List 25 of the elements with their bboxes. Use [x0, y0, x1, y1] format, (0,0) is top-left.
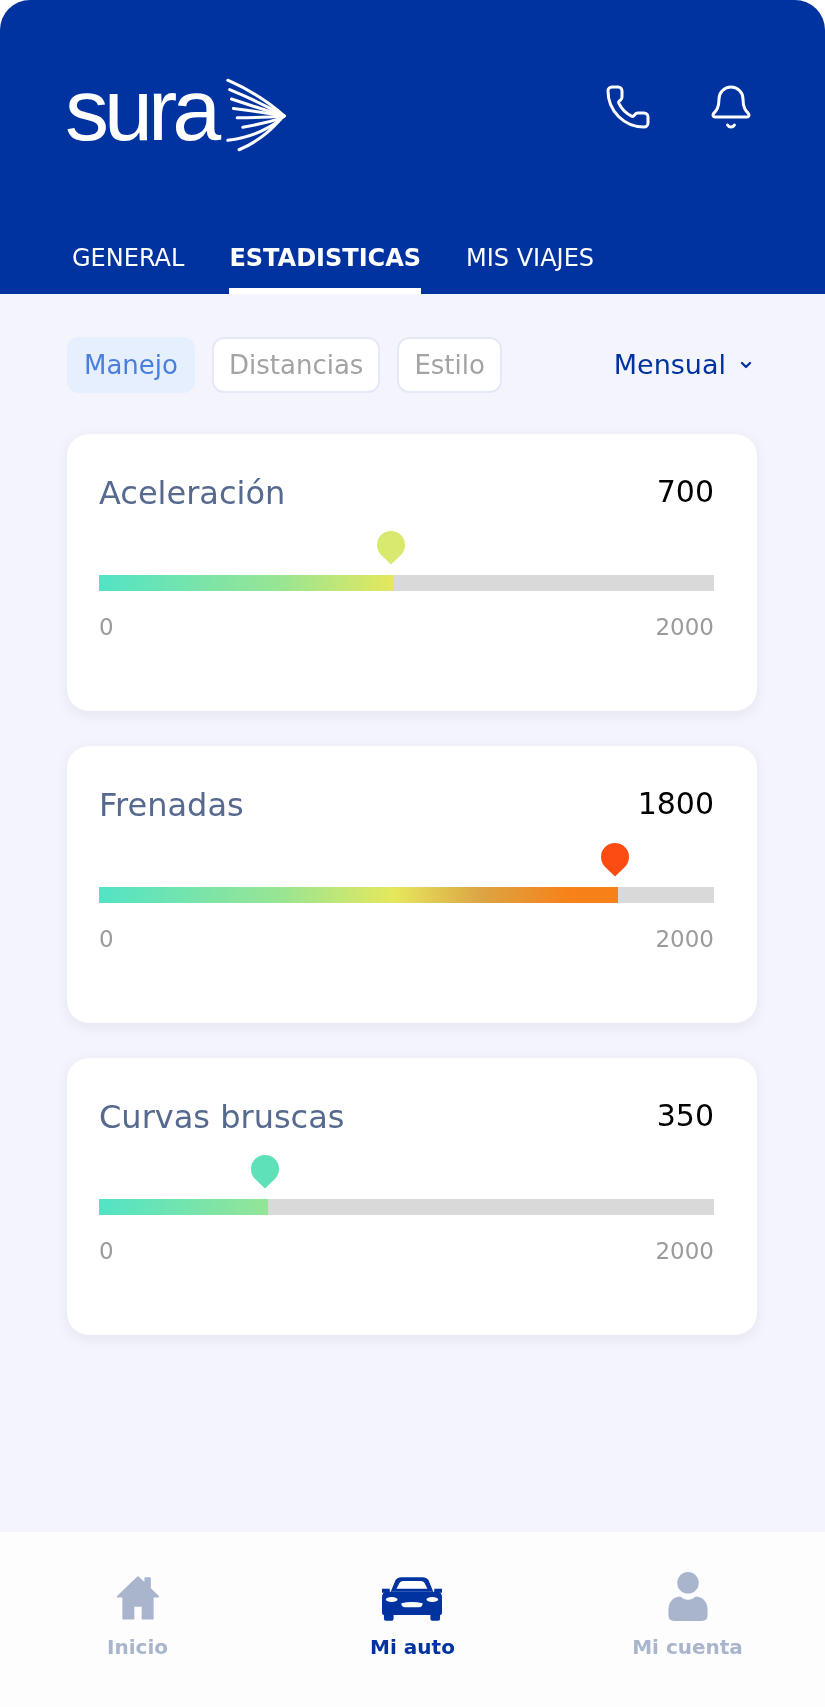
logo-wordmark: sura [65, 71, 217, 159]
metric-title: Curvas bruscas [99, 1097, 345, 1138]
metric-title: Aceleración [99, 473, 286, 514]
scale-max-label: 2000 [655, 613, 714, 642]
nav-item-label: Mi auto [370, 1634, 455, 1660]
metric-value: 350 [656, 1097, 714, 1135]
scale-min-label: 0 [99, 613, 114, 642]
period-dropdown-label: Mensual [613, 348, 726, 382]
metric-value: 700 [656, 473, 714, 511]
metric-value: 1800 [637, 785, 714, 823]
tab[interactable]: MIS VIAJES [466, 243, 595, 294]
scale-min-label: 0 [99, 1237, 114, 1266]
scale-min-label: 0 [99, 925, 114, 954]
home-icon [114, 1574, 161, 1621]
metric-title: Frenadas [99, 785, 244, 826]
nav-item-label: Mi cuenta [632, 1634, 743, 1660]
tab[interactable]: GENERAL [72, 243, 185, 294]
car-icon [382, 1576, 443, 1621]
period-dropdown[interactable]: Mensual [613, 348, 754, 382]
nav-item-label: Inicio [107, 1634, 168, 1660]
phone-icon[interactable] [604, 83, 652, 131]
person-icon [667, 1572, 708, 1621]
scale-max-label: 2000 [655, 925, 714, 954]
nav-item[interactable]: Mi auto [370, 1567, 455, 1660]
scale-max-label: 2000 [655, 1237, 714, 1266]
